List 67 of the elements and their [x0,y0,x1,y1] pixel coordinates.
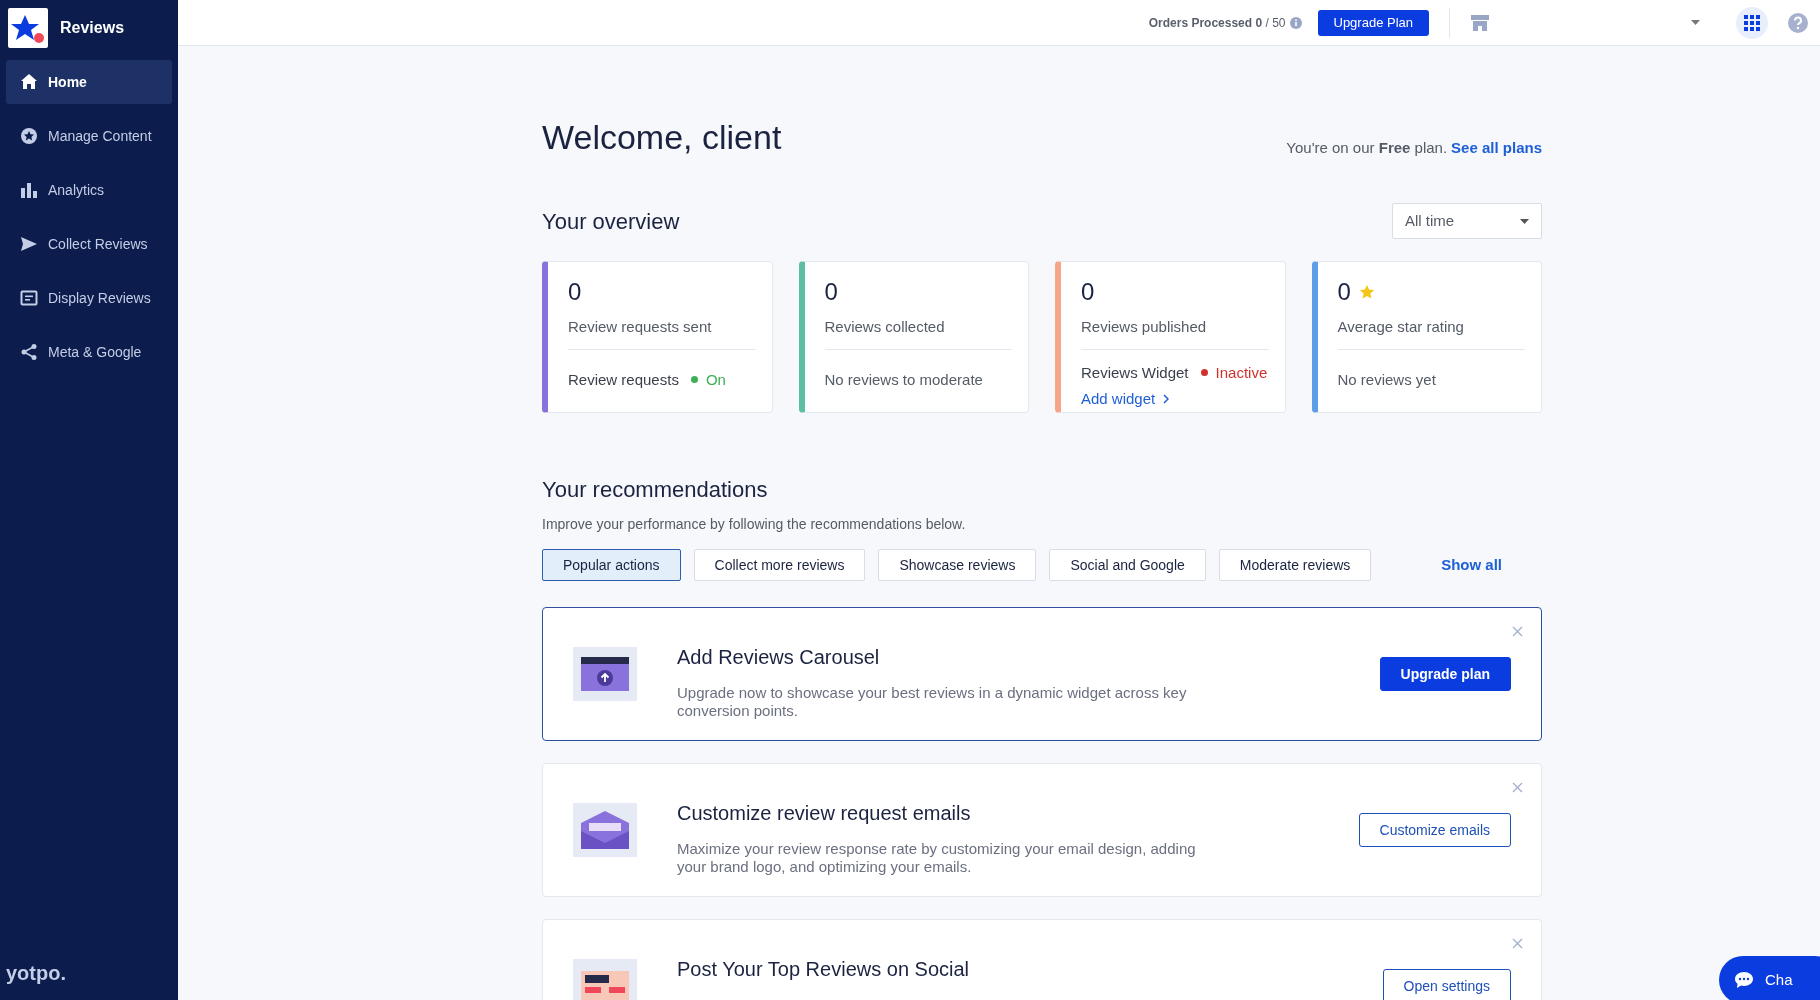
grid-icon [1744,14,1760,31]
recommendation-title: Add Reviews Carousel [677,645,881,670]
widget-illustration-icon [573,647,637,701]
app-title: Reviews [60,18,125,38]
filter-tab[interactable]: Popular actions [542,549,681,581]
brand-logo: yotpo. [5,961,67,986]
close-icon[interactable] [1512,626,1523,637]
filter-tab[interactable]: Showcase reviews [878,549,1037,581]
chat-icon [1735,972,1753,988]
recommendation-title: Customize review request emails [677,801,972,826]
status-label: Review requests [568,369,679,390]
page-title: Welcome, client [542,117,782,158]
sidebar-item[interactable]: Display Reviews [6,276,172,320]
filter-tab[interactable]: Moderate reviews [1218,549,1372,581]
close-icon[interactable] [1512,938,1523,949]
plan-text: You're on our Free plan. [1286,137,1448,158]
stat-note: No reviews to moderate [824,369,984,390]
stat-label: Average star rating [1337,317,1465,337]
envelope-illustration-icon [573,803,637,857]
bar-chart-icon [20,181,38,199]
section-subtitle: Improve your performance by following the recommendations below. [542,515,967,534]
caret-icon [1520,218,1529,224]
upgrade-button[interactable]: Upgrade Plan [1317,9,1429,36]
stat-value: 0 [824,277,838,307]
see-plans-link[interactable]: See all plans [1451,136,1542,159]
stat-value: 0 [568,277,582,307]
info-icon [1289,16,1302,29]
chat-button[interactable]: Cha [1719,956,1820,1000]
logo-icon [8,8,48,48]
stat-value: 0 [1081,277,1095,307]
sidebar-item[interactable]: Home [6,60,172,104]
caret-icon [1691,20,1700,25]
sidebar-item[interactable]: Meta & Google [6,330,172,374]
sidebar-item[interactable]: Collect Reviews [6,222,172,266]
recommendation-description: Maximize your review response rate by customizing your email design, adding your brand logo, and optimizing your emails. [677,840,1197,876]
add-widget-link[interactable]: Add widget [1081,388,1170,411]
filter-tab[interactable]: Collect more reviews [693,549,866,581]
stat-note: No reviews yet [1337,369,1437,390]
orders-counter: Orders Processed 0 / 50 [1148,14,1286,32]
status-value: Inactive [1215,362,1268,383]
share-icon [20,343,38,361]
store-icon[interactable] [1470,13,1490,32]
close-icon[interactable] [1512,782,1523,793]
stat-label: Reviews collected [824,317,946,337]
stat-label: Reviews published [1081,317,1208,337]
apps-button[interactable] [1736,6,1768,39]
action-button[interactable]: Open settings [1382,969,1511,1000]
recommendation-title: Post Your Top Reviews on Social [677,957,971,982]
status-label: Reviews Widget [1081,362,1189,383]
send-icon [20,235,38,253]
help-icon[interactable] [1788,12,1808,33]
stat-value: 0 [1337,277,1351,307]
display-icon [20,289,38,307]
time-range-select[interactable]: All time [1392,203,1542,239]
section-title: Your overview [542,207,680,236]
stat-label: Review requests sent [568,317,713,337]
action-button[interactable]: Upgrade plan [1379,657,1511,691]
home-icon [20,73,38,91]
filter-tab[interactable]: Social and Google [1049,549,1206,581]
action-button[interactable]: Customize emails [1358,813,1511,847]
section-title: Your recommendations [542,476,769,504]
show-all-link[interactable]: Show all [1441,553,1502,577]
chevron-right-icon [1163,394,1170,405]
sidebar-item[interactable]: Manage Content [6,114,172,158]
recommendation-description: Upgrade now to showcase your best reviews in a dynamic widget across key conversion points. [677,684,1188,720]
sidebar-item[interactable]: Analytics [6,168,172,212]
status-value: On [705,369,726,390]
